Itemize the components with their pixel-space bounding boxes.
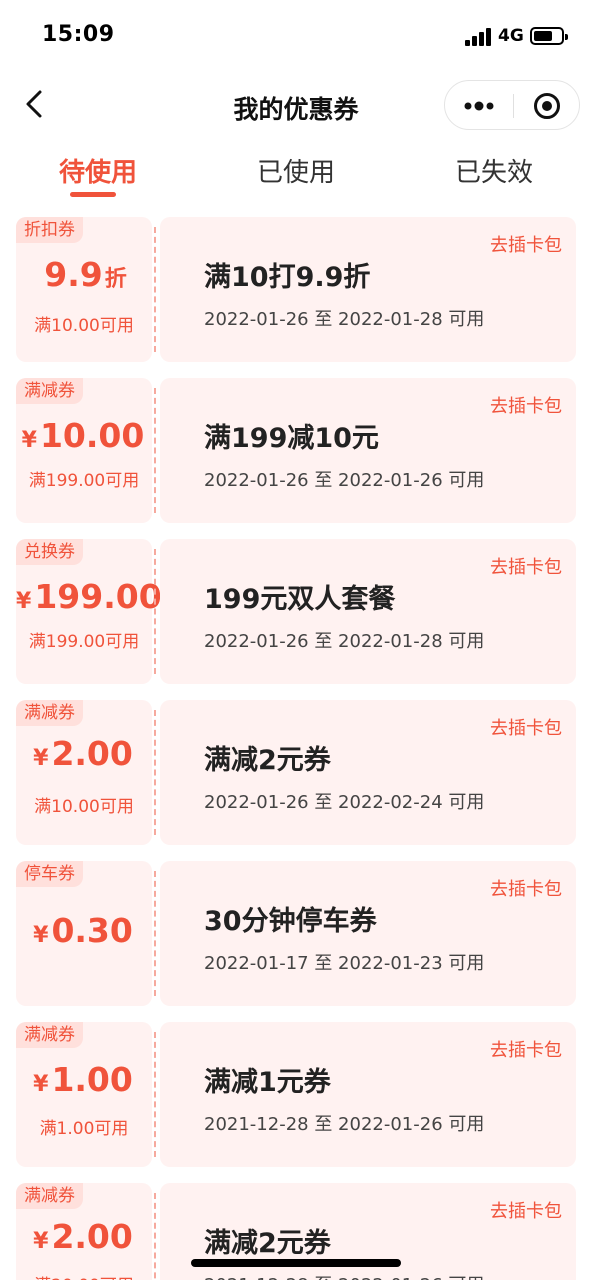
target-circle-icon[interactable] — [533, 92, 561, 120]
coupon-info-section: 去插卡包 满减2元券 2022-01-26 至 2022-02-24 可用 — [160, 700, 576, 845]
tab-expired[interactable]: 已失效 — [414, 152, 574, 189]
signal-icon — [465, 28, 493, 46]
coupon-divider — [154, 710, 156, 835]
coupon-type-tag: 满减券 — [16, 1183, 83, 1209]
coupon-divider — [154, 549, 156, 674]
coupon-validity: 2021-12-28 至 2022-01-26 可用 — [204, 1271, 484, 1280]
coupon-value-section: 停车券 ¥0.30 — [16, 861, 152, 1006]
add-to-wallet-link[interactable]: 去插卡包 — [490, 231, 562, 257]
add-to-wallet-link[interactable]: 去插卡包 — [490, 1036, 562, 1062]
nav-bar: 我的优惠券 — [0, 72, 592, 138]
coupon-info-section: 去插卡包 199元双人套餐 2022-01-26 至 2022-01-28 可用 — [160, 539, 576, 684]
coupon-title: 30分钟停车券 — [204, 906, 377, 937]
tab-used[interactable]: 已使用 — [216, 152, 376, 189]
status-bar: 15:09 4G — [0, 0, 592, 72]
coupon-value-section: 满减券 ¥1.00 满1.00可用 — [16, 1022, 152, 1167]
coupon-amount: ¥10.00 — [21, 416, 145, 455]
coupon-validity: 2022-01-26 至 2022-01-26 可用 — [204, 470, 485, 491]
add-to-wallet-link[interactable]: 去插卡包 — [490, 553, 562, 579]
coupon-title: 满10打9.9折 — [204, 262, 371, 293]
coupon-type-tag: 兑换券 — [16, 539, 83, 565]
coupon-card[interactable]: 停车券 ¥0.30 去插卡包 30分钟停车券 2022-01-17 至 2022… — [16, 861, 576, 1006]
coupon-divider — [154, 1193, 156, 1280]
more-dots-icon[interactable] — [463, 93, 495, 119]
coupon-amount: ¥0.30 — [33, 911, 133, 950]
coupon-condition: 满1.00可用 — [39, 1119, 129, 1139]
home-indicator — [191, 1259, 401, 1267]
coupon-title: 满199减10元 — [204, 423, 379, 454]
coupon-amount: ¥2.00 — [33, 734, 133, 773]
coupon-card[interactable]: 满减券 ¥10.00 满199.00可用 去插卡包 满199减10元 2022-… — [16, 378, 576, 523]
coupon-validity: 2022-01-26 至 2022-01-28 可用 — [204, 631, 485, 652]
coupon-validity: 2022-01-26 至 2022-01-28 可用 — [204, 309, 485, 330]
coupon-amount: ¥2.00 — [33, 1217, 133, 1256]
coupon-condition: 满20.00可用 — [16, 1271, 152, 1280]
coupon-tabs: 待使用 已使用 已失效 — [0, 138, 592, 200]
coupon-value-section: 折扣券 9.9折 满10.00可用 — [16, 217, 152, 362]
coupon-value-section: 满减券 ¥2.00 满20.00可用 — [16, 1183, 152, 1280]
coupon-validity: 2022-01-17 至 2022-01-23 可用 — [204, 953, 485, 974]
coupon-list: 折扣券 9.9折 满10.00可用 去插卡包 满10打9.9折 2022-01-… — [16, 217, 576, 1280]
coupon-type-tag: 满减券 — [16, 378, 83, 404]
coupon-card[interactable]: 满减券 ¥2.00 满10.00可用 去插卡包 满减2元券 2022-01-26… — [16, 700, 576, 845]
coupon-title: 满减2元券 — [204, 1228, 331, 1259]
coupon-amount: ¥199.00 — [16, 577, 162, 616]
coupon-card[interactable]: 兑换券 ¥199.00 满199.00可用 去插卡包 199元双人套餐 2022… — [16, 539, 576, 684]
coupon-type-tag: 满减券 — [16, 1022, 83, 1048]
coupon-title: 199元双人套餐 — [204, 584, 396, 615]
coupon-card[interactable]: 满减券 ¥1.00 满1.00可用 去插卡包 满减1元券 2021-12-28 … — [16, 1022, 576, 1167]
coupon-condition: 满199.00可用 — [28, 471, 140, 491]
coupon-condition: 满10.00可用 — [34, 797, 134, 817]
coupon-condition: 满10.00可用 — [34, 316, 134, 336]
coupon-card[interactable]: 折扣券 9.9折 满10.00可用 去插卡包 满10打9.9折 2022-01-… — [16, 217, 576, 362]
coupon-amount: 9.9折 — [44, 255, 127, 294]
tab-unused[interactable]: 待使用 — [18, 152, 178, 189]
coupon-value-section: 兑换券 ¥199.00 满199.00可用 — [16, 539, 162, 684]
coupon-value-section: 满减券 ¥10.00 满199.00可用 — [16, 378, 152, 523]
add-to-wallet-link[interactable]: 去插卡包 — [490, 714, 562, 740]
coupon-type-tag: 折扣券 — [16, 217, 83, 243]
coupon-info-section: 去插卡包 30分钟停车券 2022-01-17 至 2022-01-23 可用 — [160, 861, 576, 1006]
coupon-type-tag: 满减券 — [16, 700, 83, 726]
coupon-info-section: 去插卡包 满199减10元 2022-01-26 至 2022-01-26 可用 — [160, 378, 576, 523]
coupon-title: 满减2元券 — [204, 745, 331, 776]
coupon-validity: 2021-12-28 至 2022-01-26 可用 — [204, 1114, 485, 1135]
coupon-divider — [154, 388, 156, 513]
status-time: 15:09 — [42, 22, 115, 47]
network-type: 4G — [498, 26, 524, 46]
coupon-divider — [154, 227, 156, 352]
coupon-validity: 2022-01-26 至 2022-02-24 可用 — [204, 792, 485, 813]
add-to-wallet-link[interactable]: 去插卡包 — [490, 875, 562, 901]
add-to-wallet-link[interactable]: 去插卡包 — [490, 392, 562, 418]
coupon-info-section: 去插卡包 满10打9.9折 2022-01-26 至 2022-01-28 可用 — [160, 217, 576, 362]
add-to-wallet-link[interactable]: 去插卡包 — [490, 1197, 562, 1223]
coupon-condition: 满199.00可用 — [28, 632, 140, 652]
battery-icon — [530, 27, 568, 45]
tab-active-indicator — [70, 192, 116, 197]
coupon-divider — [154, 1032, 156, 1157]
coupon-divider — [154, 871, 156, 996]
capsule-divider — [513, 94, 514, 118]
coupon-amount: ¥1.00 — [33, 1060, 133, 1099]
coupon-title: 满减1元券 — [204, 1067, 331, 1098]
mini-program-capsule — [444, 80, 580, 130]
coupon-info-section: 去插卡包 满减1元券 2021-12-28 至 2022-01-26 可用 — [160, 1022, 576, 1167]
coupon-value-section: 满减券 ¥2.00 满10.00可用 — [16, 700, 152, 845]
coupon-type-tag: 停车券 — [16, 861, 83, 887]
